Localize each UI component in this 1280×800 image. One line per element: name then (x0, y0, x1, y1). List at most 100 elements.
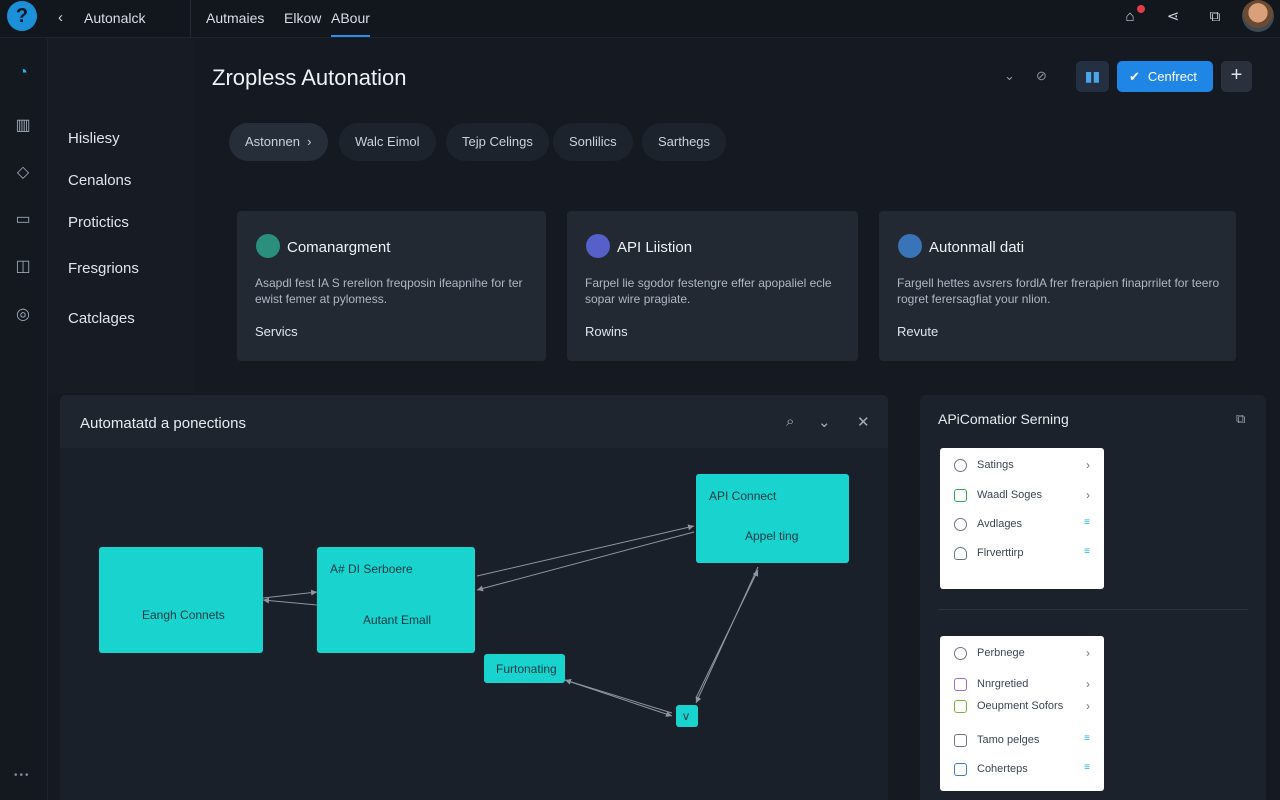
list-icon: ≡ (1084, 546, 1090, 557)
connector-line (476, 524, 695, 577)
nav-item-protocols[interactable]: Protictics (68, 214, 129, 231)
doc-icon (954, 700, 967, 713)
card-title: API Liistion (617, 239, 693, 256)
share-icon[interactable]: ⋖ (1163, 7, 1183, 27)
menu-item-oeupment-sofors[interactable]: Oeupment Sofors › (940, 697, 1104, 717)
chevron-right-icon: › (1086, 458, 1090, 472)
chip-settings[interactable]: Tejp Celings (446, 123, 549, 161)
notification-badge (1137, 5, 1145, 13)
menu-item-label: Coherteps (977, 763, 1028, 775)
right-panel: APiComatior Serning ⧉ Satings › Waadl So… (920, 395, 1266, 800)
nav-item-regions[interactable]: Fresgrions (68, 260, 139, 277)
connector-line (564, 678, 673, 714)
node-label: Furtonating (496, 662, 557, 676)
node-label: Autant Emall (363, 613, 432, 627)
card-footer-link[interactable]: Revute (897, 324, 938, 339)
chip-label: Astonnen (245, 134, 300, 149)
bar-chart-icon: ▮▮ (1084, 68, 1101, 84)
chip-email[interactable]: Walc Eimol (339, 123, 436, 161)
options-menu: Perbnege › Nnrgretied › Oeupment Sofors … (940, 636, 1104, 791)
book-icon[interactable]: ▥ (12, 115, 34, 137)
menu-item-label: Perbnege (977, 647, 1025, 659)
card-title: Autonmall dati (929, 239, 1025, 256)
divider (938, 609, 1248, 610)
avatar[interactable] (1242, 0, 1274, 32)
menu-item-tamo-pelges[interactable]: Tamo pelges ≡ (940, 731, 1104, 751)
card-description: Asapdl fest IA S rerelion freqposin ifea… (255, 276, 523, 306)
card-management[interactable]: Comanargment Asapdl fest IA S rerelion f… (237, 211, 546, 361)
card-footer-link[interactable]: Rowins (585, 324, 628, 339)
external-link-icon[interactable]: ⧉ (1205, 7, 1225, 27)
chevron-down-icon[interactable]: ⌄ (1004, 68, 1015, 84)
node-label: Appel ting (745, 529, 799, 543)
bird-icon: ✔ (1129, 69, 1140, 84)
add-button[interactable]: + (1221, 61, 1252, 92)
avatar (898, 234, 922, 258)
connect-label: Cenfrect (1147, 69, 1198, 84)
flow-node-email[interactable]: Eangh Connets (99, 547, 263, 653)
chip-saved[interactable]: Sarthegs (642, 123, 727, 161)
globe-icon[interactable]: ◎ (12, 304, 34, 326)
menu-item-label: Nnrgretied (977, 678, 1029, 690)
back-icon[interactable]: ‹ (58, 9, 63, 26)
flow-node-api-service[interactable]: A# DI Serboere Autant Emall (317, 547, 475, 653)
menu-item-label: Oeupment Sofors (977, 700, 1064, 712)
menu-item-settings[interactable]: Satings › (940, 456, 1104, 476)
lock-icon[interactable]: ◫ (12, 256, 34, 278)
flow-panel: Automatatd a ponections ⌕ ⌄ ✕ Eangh Conn… (60, 395, 888, 800)
connector-line (262, 589, 318, 599)
menu-item-label: Waadl Soges (977, 489, 1043, 501)
chevron-right-icon: › (1086, 488, 1090, 502)
flow-node-end[interactable]: v (676, 705, 698, 727)
link-icon[interactable]: ⊘ (1036, 68, 1047, 84)
support-icon[interactable]: ◔ (12, 62, 34, 84)
card-footer-link[interactable]: Servics (255, 324, 298, 339)
chevron-right-icon: › (299, 134, 312, 149)
menu-item-flverttirp[interactable]: Flrverttirp ≡ (940, 544, 1104, 564)
chip-automation[interactable]: Astonnen › (229, 123, 328, 161)
chip-solutions[interactable]: Sonlilics (553, 123, 633, 161)
list-icon (586, 234, 610, 258)
chevron-right-icon: › (1086, 699, 1090, 713)
pages-icon (954, 489, 967, 502)
card-automation-data[interactable]: Autonmall dati Fargell hettes avsrers fo… (879, 211, 1236, 361)
copy-icon[interactable]: ⧉ (1236, 411, 1245, 427)
tab-automations[interactable]: Autmaies (206, 10, 264, 26)
nav-item-catalogs[interactable]: Catclages (68, 310, 135, 327)
connector-line (695, 569, 759, 699)
inbox-icon[interactable]: ▭ (12, 209, 34, 231)
node-label: API Connect (709, 489, 777, 503)
menu-item-advantages[interactable]: Avdlages ≡ (940, 515, 1104, 535)
flow-node-api-connect[interactable]: API Connect Appel ting (696, 474, 849, 563)
nav-item-history[interactable]: Hisliesy (68, 130, 120, 147)
chevron-right-icon: › (1086, 677, 1090, 691)
divider (190, 0, 191, 38)
card-description: Farpel lie sgodor festengre effer apopal… (585, 276, 832, 306)
panel-title: APiComatior Serning (938, 411, 1069, 427)
menu-item-label: Satings (977, 459, 1014, 471)
chevron-right-icon: › (1086, 646, 1090, 660)
menu-item-label: Tamo pelges (977, 734, 1040, 746)
list-icon: ≡ (1084, 762, 1090, 773)
app-logo-icon[interactable]: ? (7, 1, 37, 31)
tab-about[interactable]: ABour (331, 10, 370, 37)
card-api[interactable]: API Liistion Farpel lie sgodor festengre… (567, 211, 858, 361)
connect-button[interactable]: ✔ Cenfrect (1117, 61, 1213, 92)
top-bar: ? ‹ Autonalck Autmaies Elkow ABour ⌂ ⋖ ⧉ (0, 0, 1280, 38)
nav-item-connections[interactable]: Cenalons (68, 172, 131, 189)
analytics-button[interactable]: ▮▮ (1076, 61, 1109, 92)
card-title: Comanargment (287, 239, 391, 256)
more-icon[interactable]: ••• (14, 770, 31, 781)
tag-icon (954, 678, 967, 691)
menu-item-coherteps[interactable]: Coherteps ≡ (940, 760, 1104, 780)
menu-item-label: Flrverttirp (977, 547, 1024, 559)
share-nodes-icon[interactable]: ◇ (12, 162, 34, 184)
flow-node-function[interactable]: Furtonating (484, 654, 565, 683)
menu-item-nnrgretied[interactable]: Nnrgretied › (940, 675, 1104, 695)
left-nav: Hisliesy Cenalons Protictics Fresgrions … (48, 38, 193, 393)
list-icon: ≡ (1084, 517, 1090, 528)
tab-flow[interactable]: Elkow (284, 10, 321, 26)
menu-item-perbnege[interactable]: Perbnege › (940, 644, 1104, 664)
node-label: A# DI Serboere (330, 562, 413, 576)
menu-item-pages[interactable]: Waadl Soges › (940, 486, 1104, 506)
